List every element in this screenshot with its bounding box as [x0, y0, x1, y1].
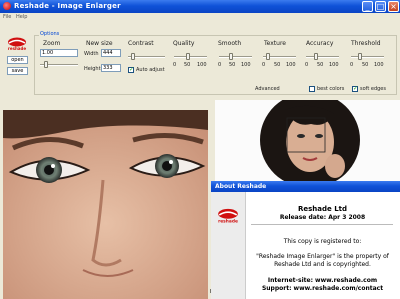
texture-slider-thumb[interactable]: [266, 53, 270, 60]
maximize-button[interactable]: □: [375, 1, 386, 12]
quality-mid: 50: [184, 62, 191, 68]
svg-text:reshade: reshade: [218, 219, 238, 224]
about-notice-line1: "Reshade Image Enlarger" is the property…: [256, 253, 389, 260]
menu-file[interactable]: File: [3, 14, 11, 20]
smooth-slider-thumb[interactable]: [229, 53, 233, 60]
smooth-max: 100: [241, 62, 251, 68]
quality-label: Quality: [173, 40, 195, 47]
quality-slider[interactable]: [174, 56, 207, 58]
width-input[interactable]: 444: [101, 49, 121, 57]
portrait-thumbnail-image: [215, 100, 400, 185]
texture-max: 100: [286, 62, 296, 68]
close-button[interactable]: ×: [388, 1, 399, 12]
menu-bar: File Help: [0, 13, 400, 22]
accuracy-label: Accuracy: [306, 40, 334, 47]
smooth-min: 0: [218, 62, 222, 68]
best-colors-checkbox[interactable]: [309, 86, 315, 92]
threshold-slider-thumb[interactable]: [358, 53, 362, 60]
about-sidebar: reshade: [211, 192, 246, 299]
threshold-mid: 50: [362, 62, 369, 68]
quality-slider-thumb[interactable]: [186, 53, 190, 60]
smooth-slider[interactable]: [219, 56, 252, 58]
soft-edges-label: soft edges: [360, 86, 386, 92]
about-title: About Reshade: [215, 183, 267, 190]
about-dialog: About Reshade reshade Reshade Ltd Releas…: [211, 181, 400, 299]
threshold-slider[interactable]: [351, 56, 384, 58]
quality-max: 100: [197, 62, 207, 68]
reshade-logo-icon: reshade: [8, 37, 26, 51]
accuracy-mid: 50: [317, 62, 324, 68]
threshold-label: Threshold: [351, 40, 381, 47]
quality-min: 0: [173, 62, 177, 68]
new-size-label: New size: [86, 40, 113, 47]
accuracy-max: 100: [329, 62, 339, 68]
options-label: Options: [39, 31, 61, 37]
smooth-label: Smooth: [218, 40, 242, 47]
svg-text:reshade: reshade: [8, 46, 26, 51]
zoom-slider-thumb[interactable]: [44, 61, 48, 68]
about-title-bar: About Reshade: [211, 181, 400, 192]
reshade-logo-icon: reshade: [218, 208, 238, 224]
height-input[interactable]: 333: [101, 64, 121, 72]
height-label: Height: [84, 66, 101, 72]
texture-label: Texture: [264, 40, 286, 47]
smooth-mid: 50: [229, 62, 236, 68]
accuracy-slider[interactable]: [306, 56, 339, 58]
about-registered: This copy is registered to:: [283, 238, 362, 245]
advanced-label: Advanced: [255, 86, 280, 92]
auto-adjust-checkbox[interactable]: ✓: [128, 67, 134, 73]
menu-help[interactable]: Help: [16, 14, 27, 20]
minimize-button[interactable]: _: [362, 1, 373, 12]
accuracy-min: 0: [305, 62, 309, 68]
contrast-slider-thumb[interactable]: [131, 53, 135, 60]
about-company: Reshade Ltd: [297, 205, 348, 213]
about-release-date: Release date: Apr 3 2008: [279, 214, 366, 221]
about-internet[interactable]: Internet-site: www.reshade.com: [245, 277, 400, 284]
original-image-preview[interactable]: [215, 100, 400, 185]
about-support[interactable]: Support: www.reshade.com/contact: [245, 285, 400, 292]
save-button[interactable]: save: [7, 67, 28, 75]
app-icon: [3, 2, 11, 10]
window-title: Reshade - Image Enlarger: [14, 2, 121, 10]
enlarged-image-view[interactable]: [3, 110, 208, 299]
window-title-bar: Reshade - Image Enlarger _ □ ×: [0, 0, 400, 13]
about-divider: [251, 224, 393, 225]
contrast-label: Contrast: [128, 40, 154, 47]
zoom-input[interactable]: 1.00: [40, 49, 78, 57]
zoom-label: Zoom: [43, 40, 61, 47]
best-colors-label: best colors: [317, 86, 345, 92]
soft-edges-checkbox[interactable]: ✓: [352, 86, 358, 92]
threshold-min: 0: [350, 62, 354, 68]
open-button[interactable]: open: [7, 56, 28, 64]
texture-min: 0: [262, 62, 266, 68]
width-label: Width: [84, 51, 99, 57]
auto-adjust-label: Auto adjust: [136, 67, 165, 73]
eyes-closeup-image: [3, 110, 208, 299]
threshold-max: 100: [374, 62, 384, 68]
texture-mid: 50: [274, 62, 281, 68]
accuracy-slider-thumb[interactable]: [314, 53, 318, 60]
about-notice-line2: Reshade Ltd and is copyrighted.: [274, 261, 371, 268]
